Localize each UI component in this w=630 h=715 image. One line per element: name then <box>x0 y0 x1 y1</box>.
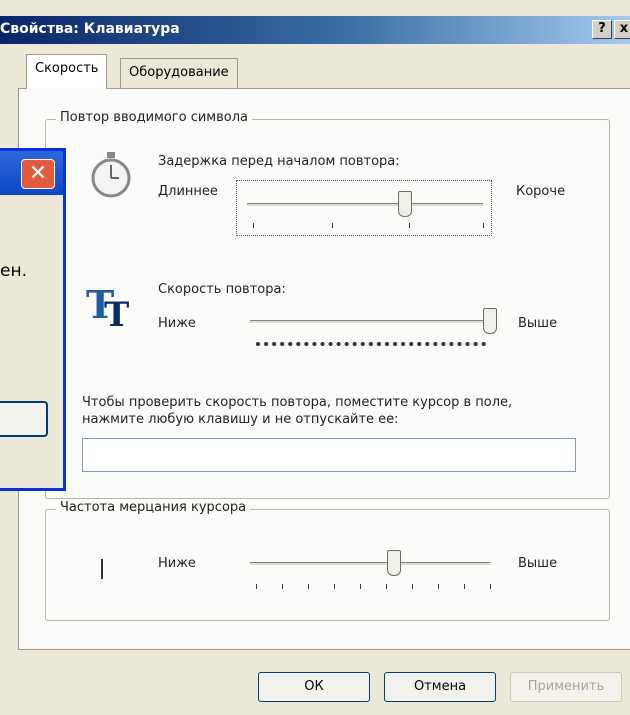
tab-hardware-label: Оборудование <box>129 65 229 80</box>
repeat-groupbox: Повтор вводимого символа Задержка перед … <box>45 110 610 499</box>
rate-slider-track <box>250 320 490 324</box>
help-button[interactable]: ? <box>592 20 612 39</box>
rate-label: Скорость повтора: <box>158 282 286 297</box>
title-bar: Свойства: Клавиатура ? x <box>0 16 630 44</box>
delay-label: Задержка перед началом повтора: <box>158 154 400 169</box>
blink-groupbox: Частота мерцания курсора Ниже Выше <box>45 500 610 621</box>
message-dialog-button[interactable] <box>0 401 48 437</box>
window-title: Свойства: Клавиатура <box>0 21 180 37</box>
message-dialog: ✕ ен. <box>0 148 66 491</box>
blink-left-label: Ниже <box>158 556 196 571</box>
blink-slider-thumb[interactable] <box>387 550 401 576</box>
stopwatch-icon <box>91 152 131 198</box>
close-button[interactable]: x <box>614 20 630 39</box>
blink-slider-track <box>250 562 490 566</box>
repeat-group-legend: Повтор вводимого символа <box>56 110 252 125</box>
letters-tt-icon: T T <box>86 282 129 330</box>
repeat-test-field[interactable] <box>82 438 576 472</box>
tab-speed[interactable]: Скорость <box>26 54 108 89</box>
delay-left-label: Длиннее <box>158 184 218 199</box>
rate-slider-thumb[interactable] <box>483 308 497 334</box>
tab-speed-label: Скорость <box>35 61 99 76</box>
delay-slider-thumb[interactable] <box>398 191 413 217</box>
blink-slider[interactable] <box>246 548 502 594</box>
rate-right-label: Выше <box>518 316 558 331</box>
tab-hardware[interactable]: Оборудование <box>120 58 238 88</box>
cancel-button[interactable]: Отмена <box>384 672 496 702</box>
ok-button[interactable]: ОК <box>258 672 370 702</box>
tab-panel-speed: Повтор вводимого символа Задержка перед … <box>18 88 630 650</box>
delay-slider[interactable] <box>236 180 492 236</box>
delay-slider-track <box>247 203 483 207</box>
delay-right-label: Короче <box>516 184 566 199</box>
blink-slider-ticks <box>256 584 492 590</box>
test-instruction: Чтобы проверить скорость повтора, помест… <box>82 395 513 427</box>
message-dialog-close-button[interactable]: ✕ <box>21 159 55 189</box>
text-cursor-icon <box>101 559 103 579</box>
delay-slider-ticks <box>247 223 484 229</box>
rate-slider-ticks <box>256 342 486 347</box>
apply-button[interactable]: Применить <box>510 672 622 702</box>
blink-group-legend: Частота мерцания курсора <box>56 500 251 515</box>
message-dialog-title-bar: ✕ <box>0 151 63 195</box>
rate-left-label: Ниже <box>158 316 196 331</box>
blink-right-label: Выше <box>518 556 558 571</box>
message-dialog-text: ен. <box>0 261 27 281</box>
rate-slider[interactable] <box>246 308 502 352</box>
svg-text:T: T <box>104 295 129 330</box>
